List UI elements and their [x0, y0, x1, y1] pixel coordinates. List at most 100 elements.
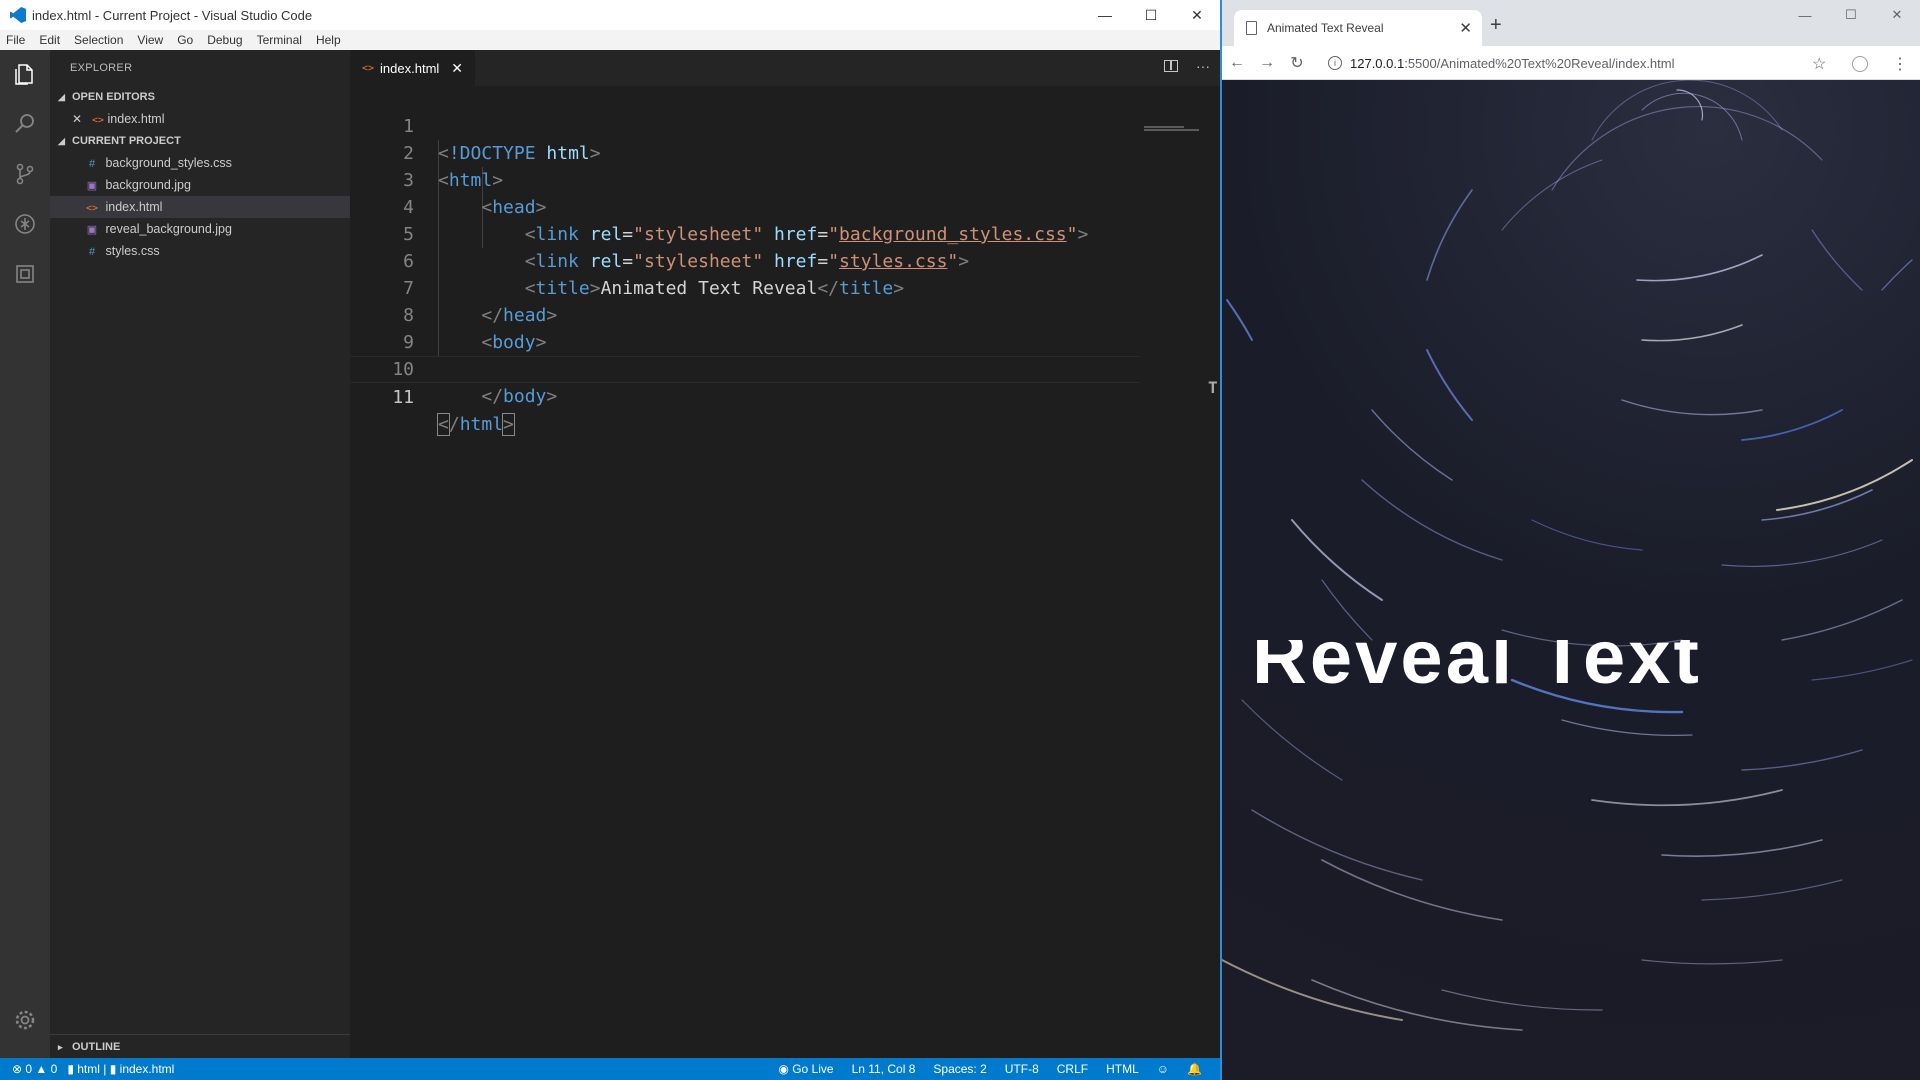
- file-label: background.jpg: [105, 178, 191, 192]
- code-line: 7 </head>: [403, 278, 558, 326]
- extensions-icon[interactable]: [13, 262, 37, 286]
- chevron-right-icon: ▸: [58, 1042, 63, 1052]
- code-line: 5 <link rel="stylesheet" href="styles.cs…: [403, 224, 970, 272]
- open-editor-item[interactable]: ✕ <> index.html: [50, 108, 350, 130]
- menu-help[interactable]: Help: [316, 33, 341, 47]
- file-label: index.html: [105, 200, 163, 214]
- more-actions-icon[interactable]: ···: [1196, 58, 1210, 74]
- close-icon[interactable]: ✕: [451, 60, 463, 77]
- browser-minimize-button[interactable]: —: [1782, 0, 1828, 30]
- scroll-cursor-marker: T: [1208, 378, 1218, 397]
- reload-icon[interactable]: ↻: [1282, 53, 1312, 73]
- new-tab-button[interactable]: +: [1490, 14, 1502, 37]
- outline-header[interactable]: ▸ OUTLINE: [50, 1034, 350, 1058]
- code-line: 4 <link rel="stylesheet" href="backgroun…: [403, 197, 1089, 245]
- code-line: 8 <body>: [403, 305, 547, 353]
- menu-bar: File Edit Selection View Go Debug Termin…: [0, 30, 1220, 50]
- css-file-icon: #: [88, 246, 96, 258]
- menu-go[interactable]: Go: [177, 33, 193, 47]
- code-line: 2 <html>: [403, 143, 504, 191]
- menu-view[interactable]: View: [137, 33, 163, 47]
- status-bar: ⊗ 0 ▲ 0 ▮ html | ▮ index.html ◉ Go Live …: [0, 1058, 1220, 1080]
- encoding-setting[interactable]: UTF-8: [1005, 1062, 1039, 1076]
- chevron-down-icon: ◢: [58, 136, 65, 146]
- file-label: styles.css: [105, 244, 160, 258]
- image-file-icon: ▣: [86, 224, 98, 236]
- css-file-icon: #: [88, 158, 96, 170]
- file-background-jpg[interactable]: ▣ background.jpg: [50, 174, 350, 196]
- explorer-title: EXPLORER: [70, 62, 133, 74]
- menu-terminal[interactable]: Terminal: [257, 33, 302, 47]
- browser-menu-icon[interactable]: ⋮: [1892, 54, 1908, 74]
- forward-arrow-icon[interactable]: →: [1252, 54, 1282, 72]
- minimize-button[interactable]: —: [1082, 0, 1128, 30]
- source-control-icon[interactable]: [13, 162, 37, 186]
- code-line: 10 </body>: [392, 359, 558, 407]
- current-project-header[interactable]: ◢ CURRENT PROJECT: [50, 130, 350, 152]
- file-reveal-background-jpg[interactable]: ▣ reveal_background.jpg: [50, 218, 350, 240]
- html-file-icon: <>: [92, 115, 105, 126]
- file-styles-css[interactable]: # styles.css: [50, 240, 350, 262]
- close-tab-icon[interactable]: ✕: [1459, 19, 1472, 37]
- breadcrumb[interactable]: ▮ html | ▮ index.html: [67, 1062, 174, 1076]
- reveal-text-heading: Reveal Text: [1252, 640, 1702, 686]
- eol-setting[interactable]: CRLF: [1057, 1062, 1088, 1076]
- html-file-icon: <>: [362, 62, 375, 74]
- browser-tab-strip: Animated Text Reveal ✕ + — ☐ ✕: [1222, 0, 1920, 46]
- vscode-titlebar: index.html - Current Project - Visual St…: [0, 0, 1220, 30]
- indentation-setting[interactable]: Spaces: 2: [933, 1062, 986, 1076]
- browser-window: Animated Text Reveal ✕ + — ☐ ✕ ← → ↻ i 1…: [1220, 0, 1920, 1080]
- back-arrow-icon[interactable]: ←: [1222, 54, 1252, 72]
- file-background-styles-css[interactable]: # background_styles.css: [50, 152, 350, 174]
- tab-label: index.html: [380, 60, 440, 76]
- go-live-button[interactable]: ◉ Go Live: [778, 1062, 833, 1076]
- close-icon[interactable]: ✕: [72, 108, 86, 130]
- minimap[interactable]: [1144, 126, 1204, 142]
- code-line-current: 11 </html>: [350, 356, 1140, 436]
- explorer-sidebar: EXPLORER ◢ OPEN EDITORS ✕ <> index.html ◢ C…: [50, 50, 350, 1058]
- editor-area: <> index.html ✕ ··· T 1 <!DOCTYPE html>: [350, 50, 1220, 1058]
- site-info-icon[interactable]: i: [1328, 56, 1342, 70]
- file-label: reveal_background.jpg: [105, 222, 232, 236]
- file-label: background_styles.css: [105, 156, 232, 170]
- code-line: 6 <title>Animated Text Reveal</title>: [403, 251, 905, 299]
- browser-toolbar: ← → ↻ i 127.0.0.1:5500/Animated%20Text%2…: [1222, 46, 1920, 80]
- vscode-logo-icon: [10, 7, 26, 23]
- maximize-button[interactable]: ☐: [1128, 0, 1174, 30]
- star-trails-image: [1222, 80, 1913, 1031]
- open-editor-label: index.html: [107, 112, 165, 126]
- language-mode[interactable]: HTML: [1106, 1062, 1139, 1076]
- profile-avatar-icon[interactable]: [1852, 56, 1868, 72]
- menu-file[interactable]: File: [6, 33, 25, 47]
- html-file-icon: <>: [85, 203, 99, 214]
- code-line: 9: [403, 332, 414, 353]
- problems-indicator[interactable]: ⊗ 0 ▲ 0: [12, 1062, 57, 1076]
- code-line: 3 <head>: [403, 170, 547, 218]
- file-index-html[interactable]: <> index.html: [50, 196, 350, 218]
- code-line: 1 <!DOCTYPE html>: [403, 116, 601, 164]
- menu-selection[interactable]: Selection: [74, 33, 123, 47]
- notifications-bell-icon[interactable]: 🔔: [1187, 1062, 1202, 1076]
- browser-maximize-button[interactable]: ☐: [1828, 0, 1874, 30]
- address-bar[interactable]: i 127.0.0.1:5500/Animated%20Text%20Revea…: [1328, 50, 1848, 76]
- cursor-position[interactable]: Ln 11, Col 8: [852, 1062, 916, 1076]
- settings-gear-icon[interactable]: [13, 1008, 37, 1032]
- browser-tab[interactable]: Animated Text Reveal ✕: [1234, 10, 1482, 46]
- feedback-smiley-icon[interactable]: ☺: [1157, 1062, 1169, 1076]
- debug-icon[interactable]: [13, 212, 37, 236]
- tab-index-html[interactable]: <> index.html ✕: [350, 50, 476, 86]
- menu-edit[interactable]: Edit: [39, 33, 60, 47]
- image-file-icon: ▣: [86, 180, 98, 192]
- close-button[interactable]: ✕: [1174, 0, 1220, 30]
- code-editor[interactable]: T 1 <!DOCTYPE html> 2 <html> 3 <head> 4 …: [350, 86, 1220, 1058]
- menu-debug[interactable]: Debug: [207, 33, 242, 47]
- open-editors-header[interactable]: ◢ OPEN EDITORS: [50, 86, 350, 108]
- chevron-down-icon: ◢: [58, 92, 65, 102]
- explorer-icon[interactable]: [13, 62, 37, 86]
- browser-close-button[interactable]: ✕: [1874, 0, 1920, 30]
- bookmark-star-icon[interactable]: ☆: [1812, 54, 1826, 74]
- search-icon[interactable]: [13, 112, 37, 136]
- vscode-window: index.html - Current Project - Visual St…: [0, 0, 1220, 1080]
- window-title: index.html - Current Project - Visual St…: [32, 7, 313, 23]
- split-editor-icon[interactable]: [1164, 60, 1178, 72]
